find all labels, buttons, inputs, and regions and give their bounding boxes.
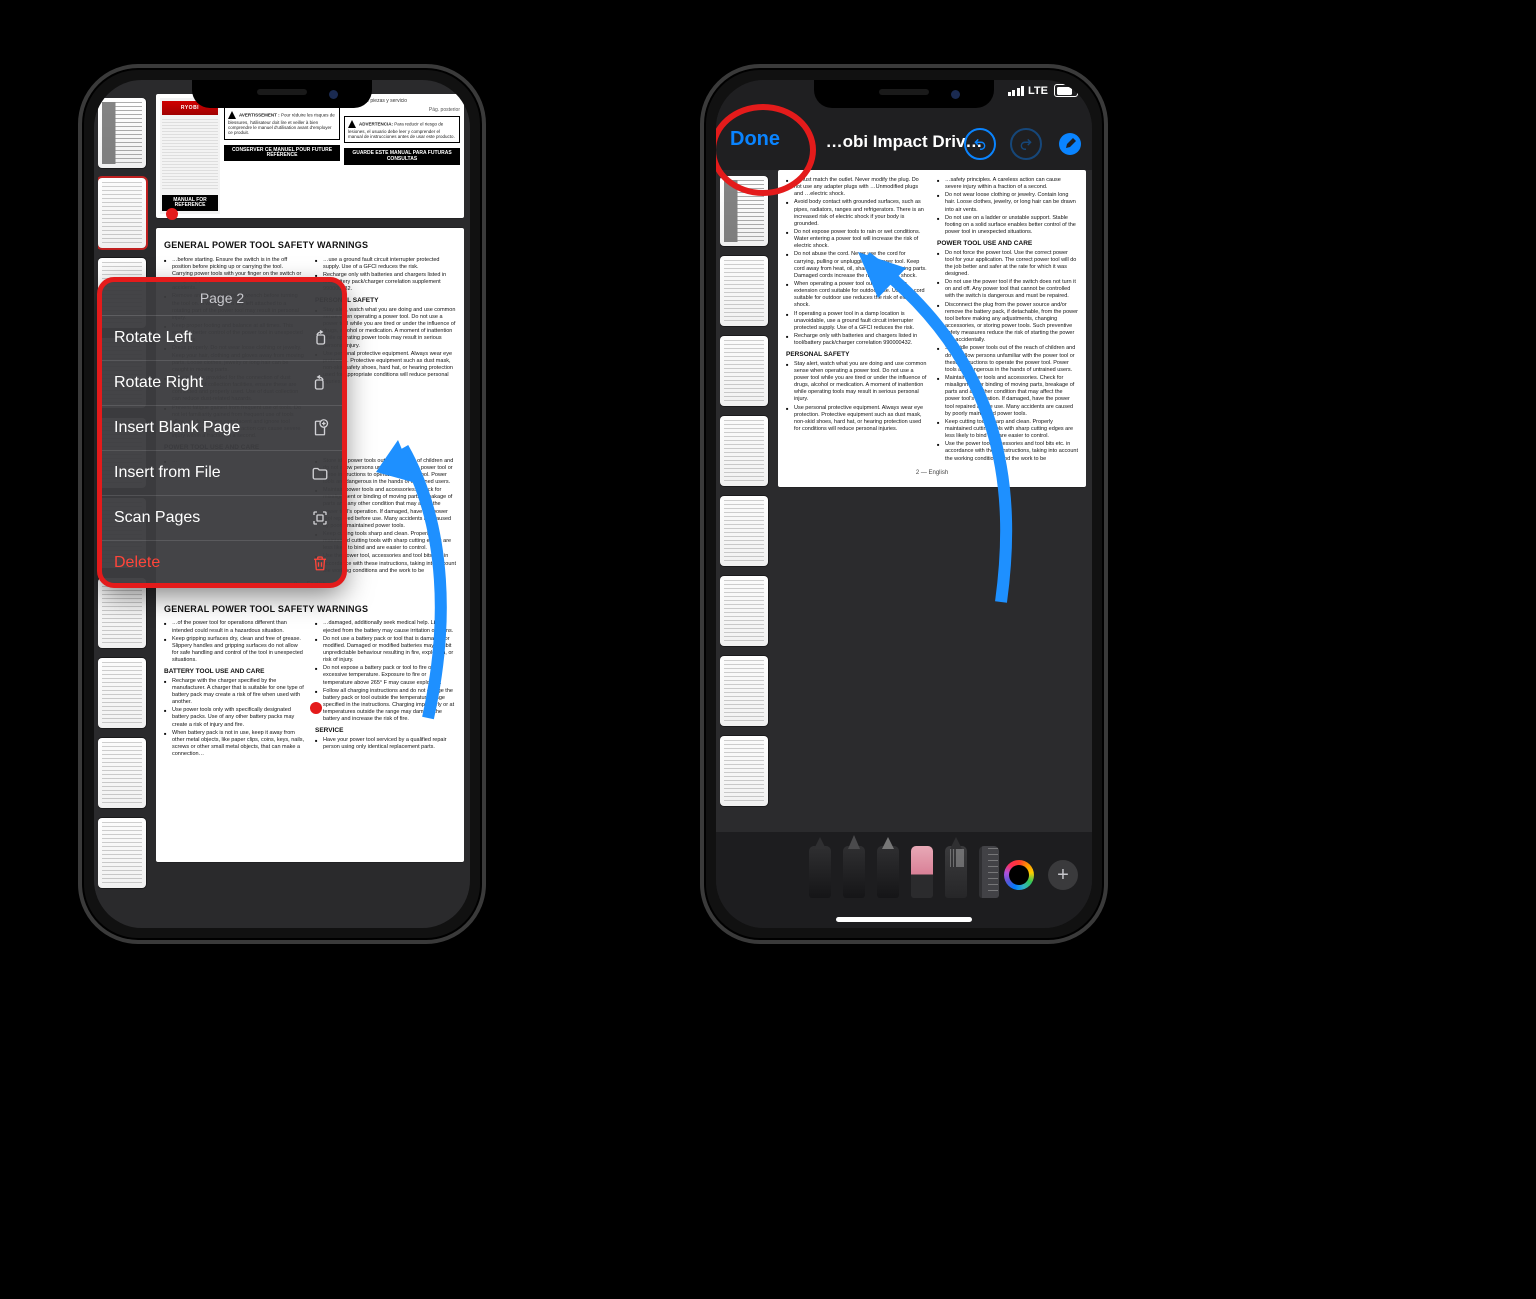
page-thumbnail[interactable] [720,176,768,246]
add-shape-button[interactable]: + [1048,860,1078,890]
delete-item[interactable]: Delete [100,541,344,585]
page-thumbnail[interactable] [98,178,146,248]
annotation-dot [310,702,322,714]
status-bar: LTE [1008,84,1078,97]
page-thumbnail[interactable] [720,416,768,486]
page-thumbnail[interactable] [720,496,768,566]
thumbnail-sidebar[interactable] [720,176,772,828]
notch [192,80,372,108]
page-cover[interactable]: RYOBI MANUAL FOR REFERENCE Commande de p… [156,94,464,218]
markup-toolbar: + [716,832,1092,928]
page-thumbnail[interactable] [98,658,146,728]
ruler-tool[interactable] [979,846,999,898]
page-2[interactable]: …must match the outlet. Never modify the… [778,170,1086,487]
page-thumbnail[interactable] [98,98,146,168]
page-thumbnail[interactable] [98,818,146,888]
page-context-menu: Page 2 Rotate Left Rotate Right Insert B… [100,280,344,585]
warning-box-fr: AVERTISSEMENT : Pour réduire les risques… [224,107,340,140]
page-thumbnail[interactable] [720,256,768,326]
annotation-dot [166,208,178,220]
insert-blank-item[interactable]: Insert Blank Page [100,406,344,451]
pen-tool[interactable] [809,846,831,898]
page-thumbnail[interactable] [720,656,768,726]
notch [814,80,994,108]
folder-icon [310,463,330,483]
markup-pen-button[interactable] [1056,130,1084,158]
signal-icon [1008,86,1025,96]
page-thumbnail[interactable] [98,738,146,808]
context-menu-title: Page 2 [100,280,344,316]
lasso-tool[interactable] [945,846,967,898]
page-plus-icon [310,418,330,438]
page-thumbnail[interactable] [98,578,146,648]
home-indicator [836,917,972,922]
rotate-left-icon [310,328,330,348]
eraser-tool[interactable] [911,846,933,898]
trash-icon [310,553,330,573]
undo-button[interactable] [964,128,996,160]
warning-box-es: ADVERTENCIA: Para reducir el riesgo de l… [344,116,460,143]
phone-left: RYOBI MANUAL FOR REFERENCE Commande de p… [78,64,486,944]
page-thumbnail[interactable] [720,576,768,646]
pencil-tool[interactable] [877,846,899,898]
battery-icon [1054,84,1078,97]
redo-button[interactable] [1010,128,1042,160]
insert-from-file-item[interactable]: Insert from File [100,451,344,496]
rotate-right-item[interactable]: Rotate Right [100,361,344,406]
done-button[interactable]: Done [730,128,780,151]
phone-right: LTE Done …obi Impact Driv… [700,64,1108,944]
rotate-right-icon [310,373,330,393]
carrier-label: LTE [1028,85,1048,97]
highlighter-tool[interactable] [843,846,865,898]
scan-icon [310,508,330,528]
safety-heading: GENERAL POWER TOOL SAFETY WARNINGS [164,240,456,252]
rotate-left-item[interactable]: Rotate Left [100,316,344,361]
page-thumbnail[interactable] [720,336,768,406]
color-picker-button[interactable] [1004,860,1034,890]
scan-pages-item[interactable]: Scan Pages [100,496,344,541]
page-thumbnail[interactable] [720,736,768,806]
